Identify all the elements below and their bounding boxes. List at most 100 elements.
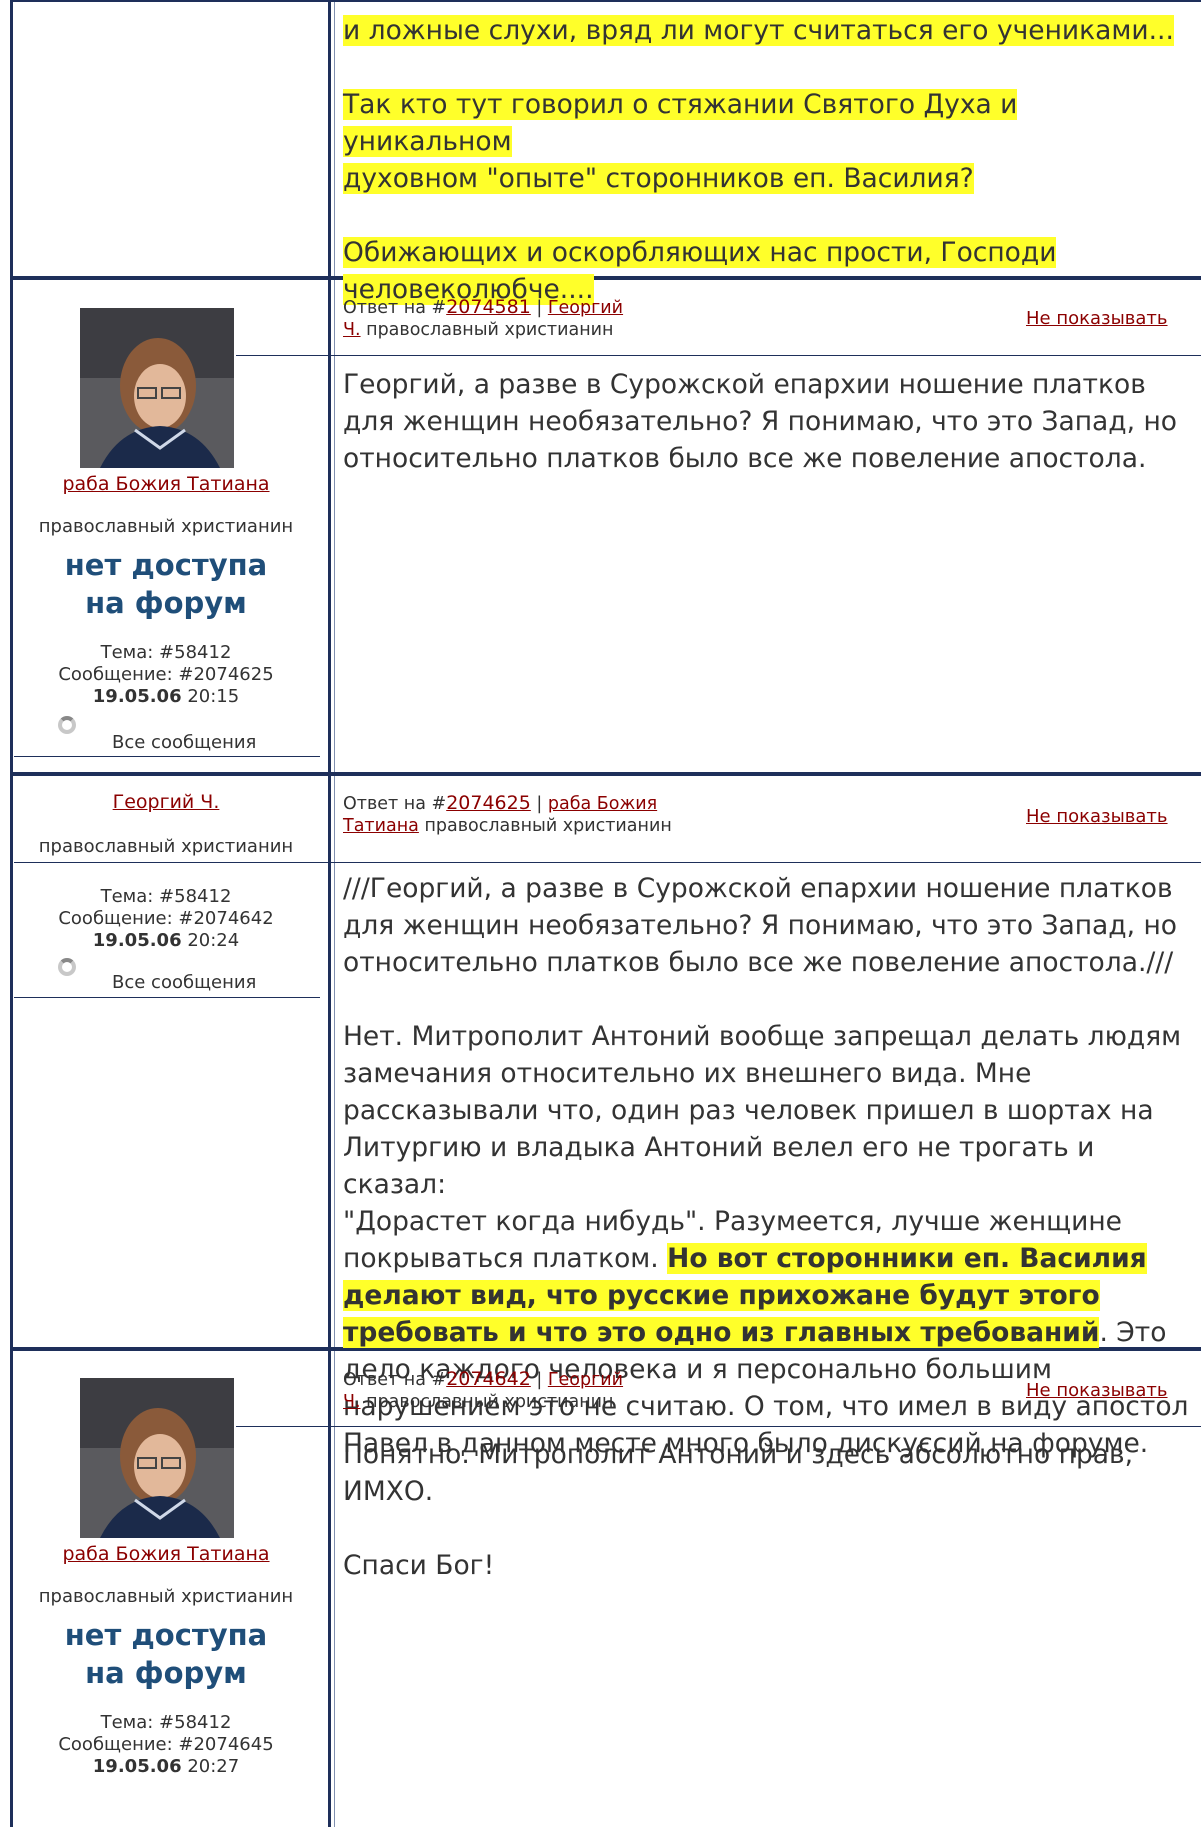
all-messages-link[interactable]: Все сообщения (112, 732, 256, 753)
reply-separator: | (530, 1370, 548, 1390)
reply-header: Ответ на #2074581 | Георгий Ч. православ… (343, 296, 723, 341)
post-date: 19.05.06 (92, 930, 182, 951)
post-text-line: духовном "опыте" сторонников еп. Василия… (343, 163, 974, 194)
hide-button[interactable]: Не показывать (1026, 806, 1168, 827)
topic-id: Тема: #58412 (100, 1712, 232, 1733)
no-access-label: нет доступа на форум (12, 1616, 320, 1692)
post-text-line: ИМХО. (343, 1476, 434, 1507)
left-separator (14, 997, 320, 998)
topic-id: Тема: #58412 (100, 886, 232, 907)
post-text-line: относительно платков было все же повелен… (343, 443, 1147, 474)
reply-author-link[interactable]: Ч. (343, 320, 361, 340)
reply-prefix: Ответ на # (343, 794, 447, 814)
post-text-line: Так кто тут говорил о стяжании Святого Д… (343, 89, 1018, 157)
post-datetime: 19.05.06 20:15 (12, 686, 320, 708)
avatar (80, 1378, 234, 1538)
highlighted-text: Но вот сторонники еп. Василия (667, 1243, 1147, 1274)
post-datetime: 19.05.06 20:27 (12, 1756, 320, 1778)
author-link[interactable]: Георгий Ч. (113, 791, 220, 813)
reply-separator: | (530, 794, 548, 814)
post-text-line: делают вид, что русские прихожане будут … (343, 1277, 1193, 1314)
author-status: православный христианин (38, 1586, 294, 1607)
reply-author-link[interactable]: Ч. (343, 1392, 361, 1412)
reply-link[interactable]: 2074642 (446, 1368, 531, 1390)
reply-author-link[interactable]: Георгий (548, 1370, 623, 1390)
left-separator (14, 756, 320, 757)
reply-author-link[interactable]: Татиана (343, 816, 419, 836)
post-body: Понятно. Митрополит Антоний и здесь абсо… (343, 1436, 1193, 1584)
post-text-line: и ложные слухи, вряд ли могут считаться … (343, 15, 1174, 46)
post-date: 19.05.06 (92, 686, 182, 707)
post-text-line: Литургию и владыка Антоний велел его не … (343, 1132, 1095, 1200)
post-datetime: 19.05.06 20:24 (12, 930, 320, 952)
loading-icon (58, 958, 76, 976)
highlighted-text: делают вид, что русские прихожане будут … (343, 1280, 1100, 1311)
post-text-line: замечания относительно их внешнего вида.… (343, 1058, 1032, 1089)
message-id: Сообщение: #2074645 (58, 1734, 274, 1755)
topic-id: Тема: #58412 (100, 642, 232, 663)
post-text-line: рассказывали что, один раз человек прише… (343, 1095, 1154, 1126)
author-link[interactable]: раба Божия Татиана (62, 1543, 269, 1565)
author-status: православный христианин (38, 516, 294, 537)
hide-button[interactable]: Не показывать (1026, 308, 1168, 329)
no-access-line: нет доступа (64, 548, 268, 582)
reply-prefix: Ответ на # (343, 1370, 447, 1390)
hide-button[interactable]: Не показывать (1026, 1380, 1168, 1401)
left-separator (14, 862, 330, 863)
post-text-line: покрываться платком. Но вот сторонники е… (343, 1240, 1193, 1277)
post-body: и ложные слухи, вряд ли могут считаться … (343, 12, 1193, 308)
loading-icon (58, 716, 76, 734)
reply-author-link[interactable]: Георгий (548, 298, 623, 318)
no-access-line: на форум (85, 1656, 247, 1690)
forum-page: и ложные слухи, вряд ли могут считаться … (0, 0, 1201, 1827)
author-link[interactable]: раба Божия Татиана (62, 473, 269, 495)
post-text-line: относительно платков было все же повелен… (343, 947, 1174, 978)
post-meta: Тема: #58412 Сообщение: #2074642 19.05.0… (12, 886, 320, 952)
post-divider (10, 772, 1201, 776)
post-text-line: "Дорастет когда нибудь". Разумеется, луч… (343, 1206, 1122, 1237)
header-separator (236, 1426, 1201, 1427)
post-text-line: Обижающих и оскорбляющих нас прости, Гос… (343, 237, 1057, 268)
reply-header: Ответ на #2074642 | Георгий Ч. православ… (343, 1368, 723, 1413)
header-separator (236, 355, 1201, 356)
highlighted-text: требовать и что это одно из главных треб… (343, 1317, 1100, 1348)
post-date: 19.05.06 (92, 1756, 182, 1777)
author-block: раба Божия Татиана православный христиан… (12, 472, 320, 708)
reply-author-status: православный христианин (418, 816, 672, 836)
post-text-fragment: . Это (1099, 1317, 1167, 1348)
author-block: раба Божия Татиана православный христиан… (12, 1542, 320, 1778)
post-text-line: для женщин необязательно? Я понимаю, что… (343, 406, 1177, 437)
reply-header: Ответ на #2074625 | раба Божия Татиана п… (343, 792, 723, 837)
no-access-line: на форум (85, 586, 247, 620)
reply-author-link[interactable]: раба Божия (548, 794, 657, 814)
post-time: 20:27 (181, 1756, 240, 1777)
post-time: 20:15 (181, 686, 240, 707)
post-text-line: Спаси Бог! (343, 1550, 495, 1581)
author-block: Георгий Ч. православный христианин (12, 790, 320, 858)
avatar-photo (80, 308, 234, 468)
reply-separator: | (530, 298, 548, 318)
post-text-fragment: покрываться платком. (343, 1243, 668, 1274)
no-access-line: нет доступа (64, 1618, 268, 1652)
header-separator (330, 862, 1201, 863)
post-text-line: Нет. Митрополит Антоний вообще запрещал … (343, 1021, 1182, 1052)
reply-author-status: православный христианин (360, 320, 614, 340)
post-body: Георгий, а разве в Сурожской епархии нош… (343, 366, 1193, 477)
post-text-line: для женщин необязательно? Я понимаю, что… (343, 910, 1177, 941)
column-divider-inner (334, 0, 335, 1827)
reply-link[interactable]: 2074581 (446, 296, 531, 318)
avatar (80, 308, 234, 468)
message-id: Сообщение: #2074642 (58, 908, 274, 929)
post-text-line: Понятно. Митрополит Антоний и здесь абсо… (343, 1439, 1134, 1470)
avatar-photo (80, 1378, 234, 1538)
reply-author-status: православный христианин (360, 1392, 614, 1412)
all-messages-link[interactable]: Все сообщения (112, 972, 256, 993)
message-id: Сообщение: #2074625 (58, 664, 274, 685)
reply-prefix: Ответ на # (343, 298, 447, 318)
post-time: 20:24 (181, 930, 240, 951)
author-status: православный христианин (38, 836, 294, 857)
reply-link[interactable]: 2074625 (446, 792, 531, 814)
post-text-line: ///Георгий, а разве в Сурожской епархии … (343, 873, 1173, 904)
post-text-line: требовать и что это одно из главных треб… (343, 1314, 1193, 1351)
no-access-label: нет доступа на форум (12, 546, 320, 622)
